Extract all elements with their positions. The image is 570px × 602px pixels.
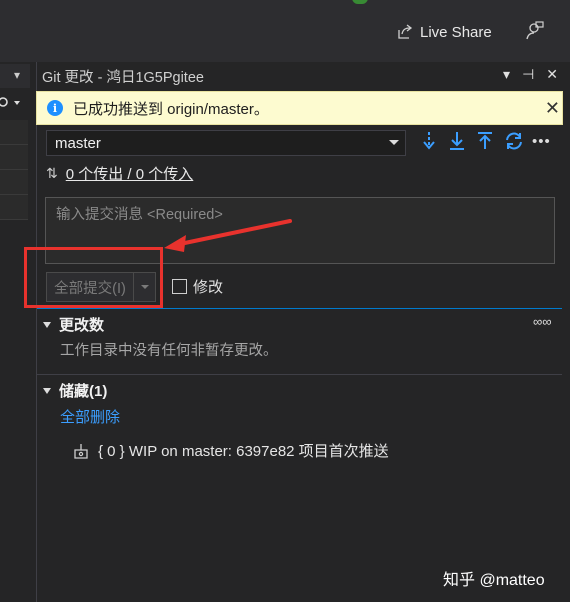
info-icon: i	[47, 100, 63, 116]
push-success-banner: i 已成功推送到 origin/master。	[36, 91, 563, 125]
branch-name: master	[55, 134, 101, 152]
section-divider	[37, 374, 562, 375]
stash-section-header[interactable]: 储藏(1)	[43, 380, 107, 401]
sync-icon[interactable]	[504, 131, 524, 151]
changes-options-icon[interactable]: ∞∞	[533, 314, 552, 329]
stash-section-title: 储藏(1)	[59, 383, 108, 400]
left-panel-settings-icon[interactable]	[0, 88, 30, 118]
commit-message-placeholder: 输入提交消息 <Required>	[56, 207, 223, 223]
more-actions-icon[interactable]: •••	[532, 133, 551, 150]
outgoing-incoming-icon: ⇅	[46, 164, 58, 181]
git-action-buttons	[420, 131, 524, 151]
chevron-down-icon	[389, 140, 399, 145]
watermark: 知乎 @matteo	[443, 572, 545, 589]
stash-list-item[interactable]: { 0 } WIP on master: 6397e82 项目首次推送	[72, 440, 389, 461]
list-item[interactable]	[0, 195, 28, 220]
live-share-label: Live Share	[420, 23, 492, 41]
window-position-button[interactable]: ▾	[503, 66, 510, 83]
amend-label: 修改	[193, 279, 224, 296]
left-panel-toolbar	[0, 88, 30, 118]
section-divider	[37, 308, 562, 309]
stash-icon	[74, 443, 88, 459]
push-icon[interactable]	[476, 131, 494, 151]
pull-icon[interactable]	[448, 131, 466, 151]
outgoing-incoming-link[interactable]: 0 个传出 / 0 个传入	[66, 163, 194, 184]
left-panel-menu-icon[interactable]: ▾	[14, 68, 20, 82]
feedback-icon[interactable]	[523, 20, 545, 42]
branch-dropdown[interactable]: master	[46, 130, 406, 156]
checkbox-box[interactable]	[172, 279, 187, 294]
panel-title-bar: Git 更改 - 鸿日1G5Pgitee	[36, 64, 570, 88]
close-panel-button[interactable]: ✕	[546, 66, 558, 83]
panel-title: Git 更改 - 鸿日1G5Pgitee	[42, 69, 204, 86]
live-share-icon	[398, 24, 413, 39]
changes-section-title: 更改数	[59, 317, 105, 334]
list-item[interactable]	[0, 120, 28, 145]
outgoing-incoming-row: ⇅ 0 个传出 / 0 个传入	[46, 162, 193, 184]
banner-close-icon[interactable]: ✕	[545, 98, 560, 119]
fetch-icon[interactable]	[420, 131, 438, 151]
panel-title-buttons: ▾ ⊣ ✕	[503, 66, 558, 83]
amend-checkbox[interactable]: 修改	[172, 276, 223, 297]
collapse-triangle-icon	[43, 321, 51, 328]
list-item[interactable]	[0, 170, 28, 195]
delete-all-stashes-link[interactable]: 全部删除	[60, 406, 120, 427]
pin-button[interactable]: ⊣	[522, 66, 534, 83]
annotation-highlight-box	[24, 247, 163, 308]
list-item[interactable]	[0, 145, 28, 170]
live-share-button[interactable]: Live Share	[396, 20, 492, 44]
stash-item-label: { 0 } WIP on master: 6397e82 项目首次推送	[98, 443, 389, 460]
left-panel-list	[0, 120, 28, 220]
banner-message: 已成功推送到 origin/master。	[73, 100, 269, 118]
no-changes-message: 工作目录中没有任何非暂存更改。	[60, 343, 278, 359]
collapse-triangle-icon	[43, 387, 51, 394]
changes-section-header[interactable]: 更改数	[43, 314, 104, 335]
